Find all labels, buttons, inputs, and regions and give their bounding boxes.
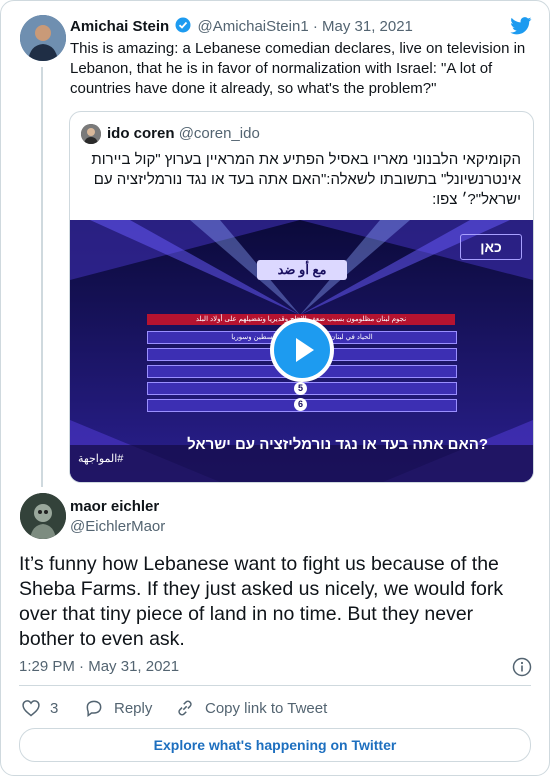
play-button[interactable] bbox=[270, 318, 334, 382]
quoted-text-line: ישראל"?׳ צפו: bbox=[432, 191, 521, 208]
tweet-header: Amichai Stein @AmichaiStein1 · May 31, 2… bbox=[70, 17, 413, 37]
channel-logo: כאן bbox=[460, 234, 522, 260]
avatar[interactable] bbox=[20, 493, 66, 539]
divider bbox=[19, 685, 531, 686]
video-subtitle: ?האם אתה בעד או נגד נורמליזציה עם ישראל bbox=[187, 436, 488, 453]
reply-profile-photo bbox=[20, 493, 66, 539]
video-thumbnail[interactable]: مع أو ضد כאן نجوم لبنان مظلومون بسبب ضعف… bbox=[70, 220, 533, 482]
explore-button[interactable]: Explore what's happening on Twitter bbox=[19, 728, 531, 762]
quoted-header: ido coren @coren_ido bbox=[107, 125, 260, 142]
quoted-text-line: הקומיקאי הלבנוני מאריו באסיל הפתיע את המ… bbox=[91, 151, 521, 168]
thread-connector bbox=[41, 67, 43, 487]
like-count[interactable]: 3 bbox=[50, 700, 58, 717]
quoted-text-line: אינטרנשיונל" בתשובתו לשאלה:"האם אתה בעד … bbox=[93, 171, 521, 188]
tweet-date[interactable]: May 31, 2021 bbox=[88, 658, 179, 675]
link-icon[interactable] bbox=[175, 698, 195, 718]
separator-dot: · bbox=[79, 658, 85, 675]
reply-button[interactable]: Reply bbox=[114, 700, 152, 717]
reply-tweet-text: It’s funny how Lebanese want to fight us… bbox=[19, 553, 504, 650]
verified-badge-icon bbox=[175, 17, 191, 33]
profile-photo bbox=[20, 15, 66, 61]
quoted-profile-photo bbox=[81, 124, 101, 144]
tweet-time[interactable]: 1:29 PM bbox=[19, 658, 75, 675]
quoted-author-handle: @coren_ido bbox=[178, 125, 260, 142]
tweet-text: This is amazing: a Lebanese comedian dec… bbox=[70, 40, 526, 97]
heart-icon[interactable] bbox=[21, 698, 41, 718]
reply-icon[interactable] bbox=[84, 698, 104, 718]
reply-author-name[interactable]: maor eichler bbox=[70, 498, 159, 515]
quoted-avatar bbox=[81, 124, 101, 144]
copy-link-button[interactable]: Copy link to Tweet bbox=[205, 700, 327, 717]
tweet-date[interactable]: May 31, 2021 bbox=[322, 18, 413, 35]
info-icon[interactable] bbox=[512, 657, 532, 677]
play-icon bbox=[296, 338, 314, 362]
hashtag-label: #المواجهة bbox=[78, 453, 124, 465]
tweet-timestamp[interactable]: 1:29 PM · May 31, 2021 bbox=[19, 658, 179, 675]
quoted-tweet[interactable]: ido coren @coren_ido הקומיקאי הלבנוני מא… bbox=[69, 111, 534, 483]
quoted-author-name: ido coren bbox=[107, 125, 175, 142]
row-number: 5 bbox=[294, 382, 307, 395]
tweet-embed-card: Amichai Stein @AmichaiStein1 · May 31, 2… bbox=[0, 0, 550, 776]
author-handle[interactable]: @AmichaiStein1 bbox=[198, 18, 309, 35]
avatar[interactable] bbox=[20, 15, 66, 61]
row-number: 6 bbox=[294, 398, 307, 411]
separator-dot: · bbox=[312, 18, 318, 35]
twitter-bird-icon[interactable] bbox=[510, 17, 532, 35]
title-banner: مع أو ضد bbox=[257, 260, 347, 280]
reply-author-handle[interactable]: @EichlerMaor bbox=[70, 518, 165, 535]
author-name[interactable]: Amichai Stein bbox=[70, 18, 169, 35]
